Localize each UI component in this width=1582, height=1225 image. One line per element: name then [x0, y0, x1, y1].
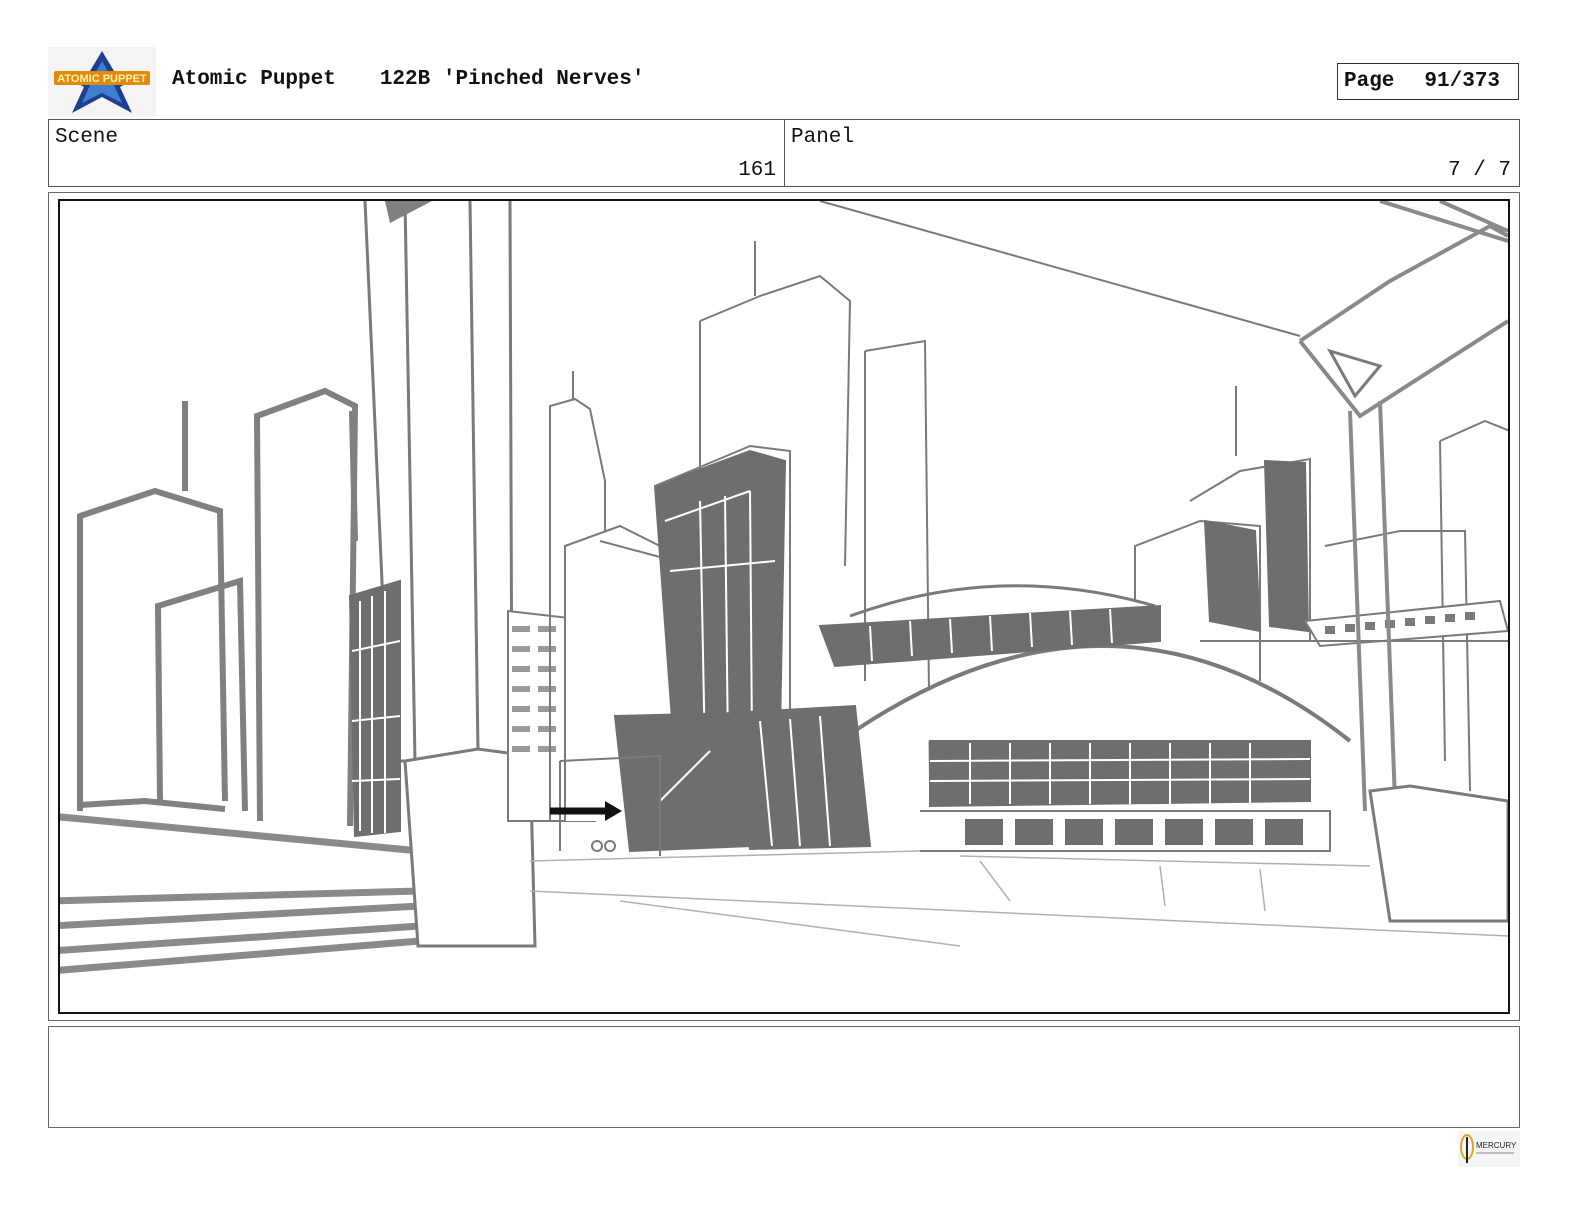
page-indicator: Page 91/373 [1337, 63, 1519, 100]
show-logo: ATOMIC PUPPET [48, 47, 156, 117]
studio-logo: MERCURY [1458, 1131, 1520, 1167]
panel-number: 7 / 7 [1447, 159, 1511, 182]
storyboard-drawing [58, 199, 1510, 1014]
scene-panel-row: Scene 161 Panel 7 / 7 [48, 119, 1520, 187]
panel-cell: Panel 7 / 7 [785, 120, 1519, 186]
scene-label: Scene [55, 126, 119, 149]
show-title: Atomic Puppet [172, 68, 336, 91]
episode-title: 122B 'Pinched Nerves' [379, 68, 645, 91]
notes-box [48, 1026, 1520, 1128]
svg-text:ATOMIC PUPPET: ATOMIC PUPPET [57, 73, 147, 85]
page-label: Page [1344, 70, 1395, 93]
page-number: 91/373 [1424, 70, 1501, 93]
scene-cell: Scene 161 [49, 120, 785, 186]
svg-text:MERCURY: MERCURY [1476, 1141, 1517, 1150]
scene-number: 161 [738, 159, 776, 182]
panel-label: Panel [791, 126, 855, 149]
document-title: Atomic Puppet 122B 'Pinched Nerves' [172, 68, 644, 91]
